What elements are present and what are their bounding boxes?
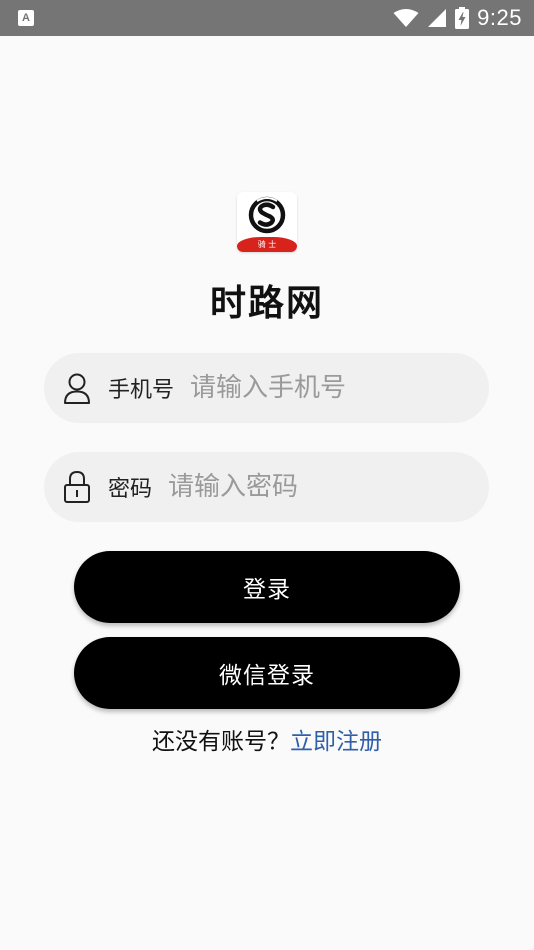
lock-icon bbox=[62, 470, 92, 503]
password-field[interactable]: 密码 bbox=[44, 452, 489, 522]
notification-glyph: A bbox=[22, 12, 30, 24]
login-button[interactable]: 登录 bbox=[74, 551, 460, 623]
password-input[interactable] bbox=[168, 472, 429, 502]
app-logo: 骑 士 bbox=[237, 192, 297, 252]
status-bar: A 9:25 bbox=[0, 0, 534, 36]
status-clock: 9:25 bbox=[477, 5, 522, 30]
logo-s-emblem-icon bbox=[248, 196, 286, 234]
notification-app-icon: A bbox=[18, 10, 34, 26]
phone-input[interactable] bbox=[190, 373, 451, 403]
logo-ribbon-text: 骑 士 bbox=[257, 240, 277, 249]
user-icon bbox=[62, 372, 92, 404]
cell-signal-icon bbox=[428, 9, 447, 27]
phone-label: 手机号 bbox=[108, 378, 175, 403]
logo-ribbon: 骑 士 bbox=[237, 237, 297, 252]
battery-charging-icon bbox=[455, 7, 470, 29]
register-link[interactable]: 立即注册 bbox=[290, 729, 382, 755]
wifi-icon bbox=[393, 9, 419, 27]
phone-field[interactable]: 手机号 bbox=[44, 353, 489, 423]
status-left: A bbox=[18, 10, 34, 26]
password-label: 密码 bbox=[108, 477, 153, 502]
register-prompt: 还没有账号？立即注册 bbox=[0, 722, 534, 756]
wechat-login-button[interactable]: 微信登录 bbox=[74, 637, 460, 709]
register-prompt-text: 还没有账号？ bbox=[152, 729, 290, 755]
status-right: 9:25 bbox=[393, 5, 522, 31]
page-title: 时路网 bbox=[209, 283, 324, 324]
